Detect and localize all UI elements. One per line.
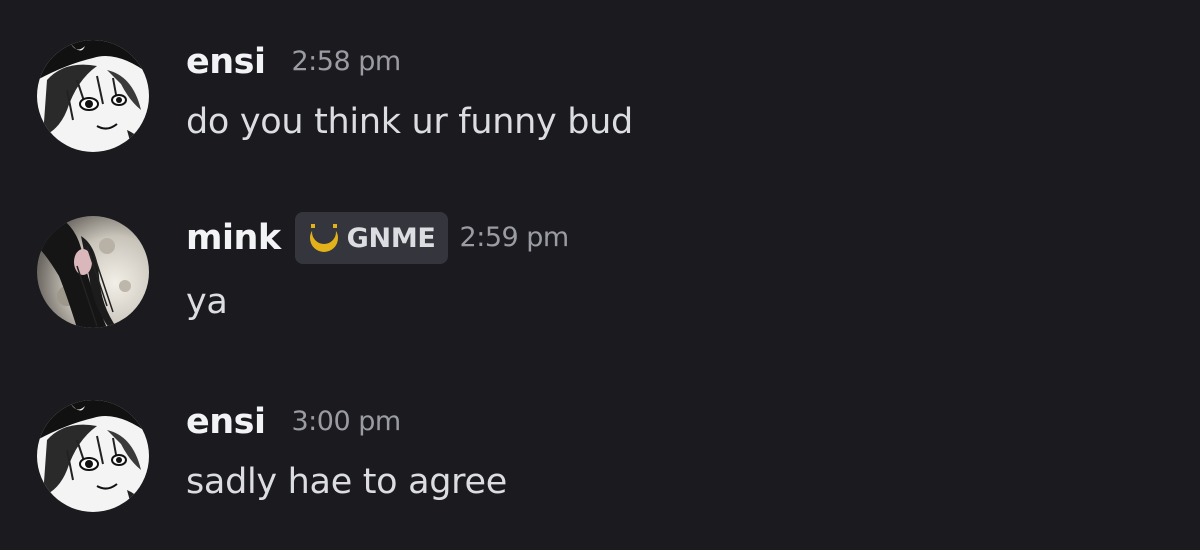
message-text: do you think ur funny bud bbox=[186, 102, 633, 142]
moon-girl-avatar-icon bbox=[37, 216, 149, 328]
manga-girl-avatar-icon bbox=[37, 400, 149, 512]
chat-messages: ensi 2:58 pm do you think ur funny bud m… bbox=[0, 0, 1200, 550]
manga-girl-avatar-icon bbox=[37, 40, 149, 152]
message-text: ya bbox=[186, 282, 228, 322]
tag-label: GNME bbox=[346, 222, 436, 254]
message-header: ensi 2:58 pm bbox=[186, 38, 401, 86]
username[interactable]: ensi bbox=[186, 38, 266, 86]
message-text: sadly hae to agree bbox=[186, 462, 507, 502]
message-item: ensi 2:58 pm do you think ur funny bud bbox=[0, 36, 1200, 156]
message-header: ensi 3:00 pm bbox=[186, 398, 401, 446]
user-avatar[interactable] bbox=[37, 40, 149, 152]
crescent-moon-icon bbox=[309, 221, 338, 252]
server-tag[interactable]: GNME bbox=[294, 212, 448, 264]
timestamp: 3:00 pm bbox=[291, 406, 401, 437]
user-avatar[interactable] bbox=[37, 216, 149, 328]
timestamp: 2:59 pm bbox=[459, 222, 570, 253]
message-header: mink GNME 2:59 pm bbox=[186, 212, 570, 264]
username[interactable]: mink bbox=[186, 214, 281, 262]
message-item: mink GNME 2:59 pm ya bbox=[0, 212, 1200, 332]
username[interactable]: ensi bbox=[186, 398, 266, 446]
user-avatar[interactable] bbox=[37, 400, 149, 512]
message-item: ensi 3:00 pm sadly hae to agree bbox=[0, 396, 1200, 516]
timestamp: 2:58 pm bbox=[291, 46, 401, 77]
